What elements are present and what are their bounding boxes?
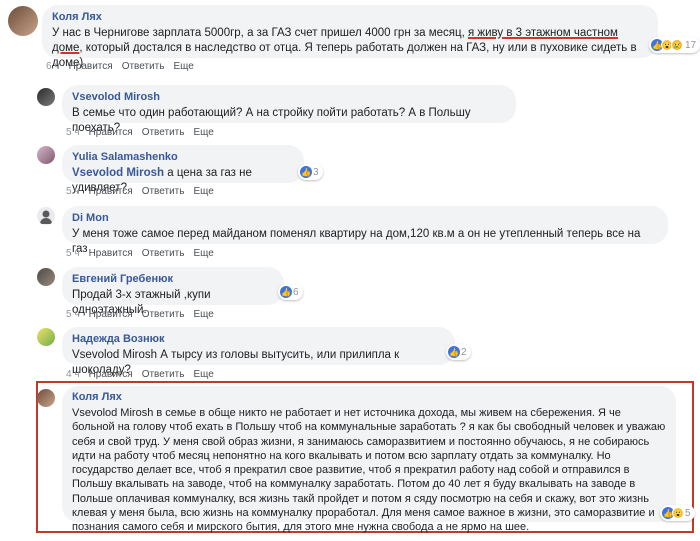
avatar[interactable] bbox=[37, 88, 55, 106]
like-icon: 👍 bbox=[280, 286, 292, 298]
more-button[interactable]: Еще bbox=[193, 369, 213, 380]
reply-button[interactable]: Ответить bbox=[142, 369, 185, 380]
timestamp[interactable]: 5 ч bbox=[66, 248, 80, 259]
avatar[interactable] bbox=[8, 6, 38, 36]
comment-bubble: Евгений Гребенюк Продай 3-х этажный ,куп… bbox=[62, 267, 284, 316]
comment-author[interactable]: Di Mon bbox=[72, 212, 658, 224]
comment-author[interactable]: Yulia Salamashenko bbox=[72, 151, 294, 163]
comment-bubble: Коля Лях У нас в Чернигове зарплата 5000… bbox=[42, 5, 658, 69]
like-button[interactable]: Нравится bbox=[89, 369, 133, 380]
comment-bubble: Di Mon У меня тоже самое перед майданом … bbox=[62, 206, 668, 255]
reaction-summary[interactable]: 👍 2 bbox=[446, 344, 471, 360]
avatar[interactable] bbox=[37, 207, 55, 225]
reaction-summary[interactable]: 👍 😮 5 bbox=[660, 505, 695, 521]
like-button[interactable]: Нравится bbox=[89, 127, 133, 138]
avatar[interactable] bbox=[37, 268, 55, 286]
comment-bubble: Vsevolod Mirosh В семье что один работаю… bbox=[62, 85, 516, 134]
reaction-summary[interactable]: 👍 3 bbox=[298, 164, 323, 180]
avatar[interactable] bbox=[37, 328, 55, 346]
comment-meta: 5 ч Нравится Ответить Еще bbox=[66, 309, 223, 320]
like-button[interactable]: Нравится bbox=[89, 309, 133, 320]
like-button[interactable]: Нравится bbox=[69, 61, 113, 72]
reply-button[interactable]: Ответить bbox=[142, 186, 185, 197]
sad-icon: 😢 bbox=[671, 39, 683, 51]
comment-meta: 4 ч Нравится Ответить Еще bbox=[66, 369, 223, 380]
more-button[interactable]: Еще bbox=[193, 186, 213, 197]
comment-author[interactable]: Коля Лях bbox=[52, 11, 648, 23]
comment-author[interactable]: Vsevolod Mirosh bbox=[72, 91, 506, 103]
avatar[interactable] bbox=[37, 146, 55, 164]
comment-meta: 5 ч Нравится Ответить Еще bbox=[66, 127, 223, 138]
more-button[interactable]: Еще bbox=[173, 61, 193, 72]
comment-author[interactable]: Надежда Вознюк bbox=[72, 333, 445, 345]
more-button[interactable]: Еще bbox=[193, 248, 213, 259]
comment-author[interactable]: Евгений Гребенюк bbox=[72, 273, 274, 285]
timestamp[interactable]: 5 ч bbox=[66, 186, 80, 197]
like-icon: 👍 bbox=[448, 346, 460, 358]
comment-meta: 6 ч Нравится Ответить Еще bbox=[46, 61, 203, 72]
more-button[interactable]: Еще bbox=[193, 309, 213, 320]
mention-link[interactable]: Vsevolod Mirosh bbox=[72, 167, 164, 179]
comment-text: Vsevolod Mirosh в семье в обще никто не … bbox=[72, 407, 666, 534]
reply-button[interactable]: Ответить bbox=[142, 309, 185, 320]
reply-button[interactable]: Ответить bbox=[142, 127, 185, 138]
comment-bubble: Надежда Вознюк Vsevolod Mirosh А тырсу и… bbox=[62, 327, 455, 376]
like-button[interactable]: Нравится bbox=[89, 248, 133, 259]
reply-button[interactable]: Ответить bbox=[142, 248, 185, 259]
timestamp[interactable]: 4 ч bbox=[66, 369, 80, 380]
comment-bubble: Yulia Salamashenko Vsevolod Mirosh а цен… bbox=[62, 145, 304, 194]
comment-bubble: Коля Лях Vsevolod Mirosh в семье в обще … bbox=[62, 386, 676, 533]
more-button[interactable]: Еще bbox=[193, 127, 213, 138]
like-button[interactable]: Нравится bbox=[89, 186, 133, 197]
timestamp[interactable]: 5 ч bbox=[66, 127, 80, 138]
default-avatar-icon bbox=[40, 210, 52, 224]
comment-meta: 5 ч Нравится Ответить Еще bbox=[66, 186, 223, 197]
avatar[interactable] bbox=[37, 389, 55, 407]
reaction-summary[interactable]: 👍 6 bbox=[278, 284, 303, 300]
timestamp[interactable]: 6 ч bbox=[46, 61, 60, 72]
like-icon: 👍 bbox=[300, 166, 312, 178]
wow-icon: 😮 bbox=[672, 507, 684, 519]
timestamp[interactable]: 5 ч bbox=[66, 309, 80, 320]
reaction-summary[interactable]: 👍 😮 😢 17 bbox=[649, 37, 700, 53]
reply-button[interactable]: Ответить bbox=[122, 61, 165, 72]
comment-meta: 5 ч Нравится Ответить Еще bbox=[66, 248, 223, 259]
comment-author[interactable]: Коля Лях bbox=[72, 391, 666, 403]
